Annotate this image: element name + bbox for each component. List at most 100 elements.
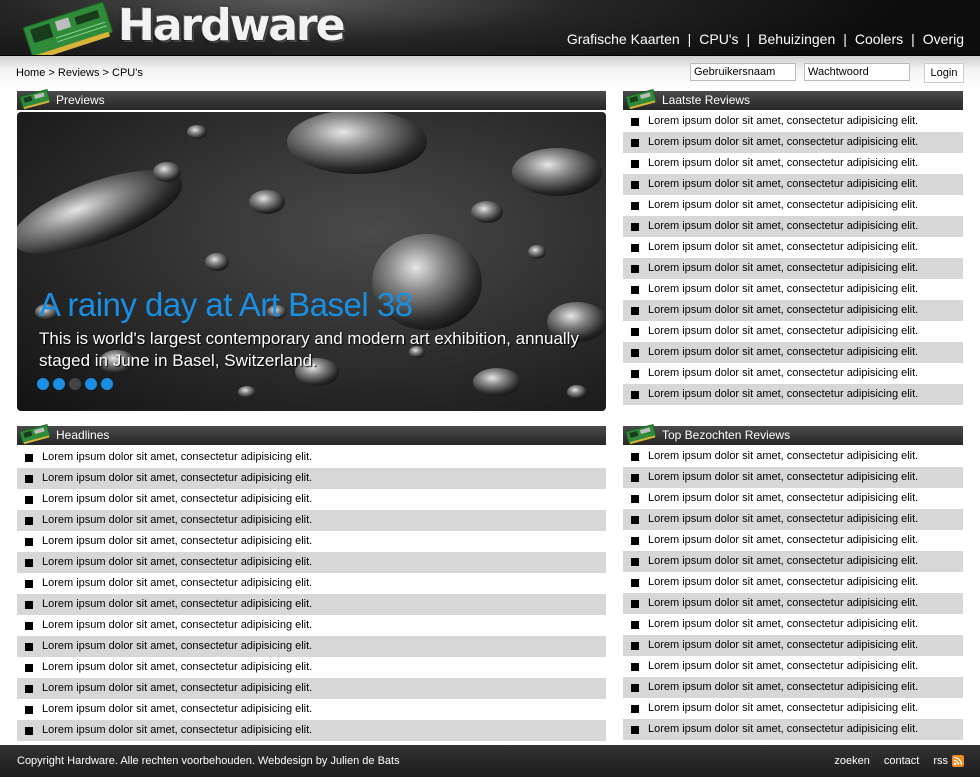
breadcrumb-reviews[interactable]: Reviews	[58, 67, 100, 79]
list-item-link[interactable]: Lorem ipsum dolor sit amet, consectetur …	[42, 619, 312, 631]
list-item-link[interactable]: Lorem ipsum dolor sit amet, consectetur …	[648, 136, 918, 148]
site-logo[interactable]: Hardware	[18, 0, 346, 56]
list-item-link[interactable]: Lorem ipsum dolor sit amet, consectetur …	[648, 702, 918, 714]
list-item-link[interactable]: Lorem ipsum dolor sit amet, consectetur …	[42, 556, 312, 568]
list-item[interactable]: Lorem ipsum dolor sit amet, consectetur …	[17, 447, 606, 468]
list-item-link[interactable]: Lorem ipsum dolor sit amet, consectetur …	[648, 681, 918, 693]
list-item[interactable]: Lorem ipsum dolor sit amet, consectetur …	[623, 551, 963, 572]
list-item[interactable]: Lorem ipsum dolor sit amet, consectetur …	[623, 321, 963, 342]
list-item[interactable]: Lorem ipsum dolor sit amet, consectetur …	[17, 531, 606, 552]
list-item-link[interactable]: Lorem ipsum dolor sit amet, consectetur …	[42, 472, 312, 484]
list-item-link[interactable]: Lorem ipsum dolor sit amet, consectetur …	[42, 661, 312, 673]
list-item[interactable]: Lorem ipsum dolor sit amet, consectetur …	[17, 594, 606, 615]
list-item-link[interactable]: Lorem ipsum dolor sit amet, consectetur …	[42, 598, 312, 610]
rss-feed-icon[interactable]	[952, 755, 964, 767]
nav-item-coolers[interactable]: Coolers	[855, 31, 903, 47]
list-item[interactable]: Lorem ipsum dolor sit amet, consectetur …	[17, 615, 606, 636]
list-item[interactable]: Lorem ipsum dolor sit amet, consectetur …	[623, 300, 963, 321]
list-item[interactable]: Lorem ipsum dolor sit amet, consectetur …	[17, 699, 606, 720]
list-item[interactable]: Lorem ipsum dolor sit amet, consectetur …	[623, 635, 963, 656]
list-item-link[interactable]: Lorem ipsum dolor sit amet, consectetur …	[648, 388, 918, 400]
list-item[interactable]: Lorem ipsum dolor sit amet, consectetur …	[17, 489, 606, 510]
list-item[interactable]: Lorem ipsum dolor sit amet, consectetur …	[623, 153, 963, 174]
list-item-link[interactable]: Lorem ipsum dolor sit amet, consectetur …	[648, 492, 918, 504]
list-item[interactable]: Lorem ipsum dolor sit amet, consectetur …	[623, 467, 963, 488]
list-item-link[interactable]: Lorem ipsum dolor sit amet, consectetur …	[648, 618, 918, 630]
list-item[interactable]: Lorem ipsum dolor sit amet, consectetur …	[623, 593, 963, 614]
list-item-link[interactable]: Lorem ipsum dolor sit amet, consectetur …	[42, 682, 312, 694]
list-item-link[interactable]: Lorem ipsum dolor sit amet, consectetur …	[648, 115, 918, 127]
list-item[interactable]: Lorem ipsum dolor sit amet, consectetur …	[623, 279, 963, 300]
list-item-link[interactable]: Lorem ipsum dolor sit amet, consectetur …	[648, 199, 918, 211]
breadcrumb-home[interactable]: Home	[16, 67, 45, 79]
list-item-link[interactable]: Lorem ipsum dolor sit amet, consectetur …	[648, 576, 918, 588]
list-item-link[interactable]: Lorem ipsum dolor sit amet, consectetur …	[42, 493, 312, 505]
nav-item-grafische-kaarten[interactable]: Grafische Kaarten	[567, 31, 680, 47]
list-item-link[interactable]: Lorem ipsum dolor sit amet, consectetur …	[648, 597, 918, 609]
list-item-link[interactable]: Lorem ipsum dolor sit amet, consectetur …	[648, 178, 918, 190]
slider-dot[interactable]	[37, 378, 49, 390]
footer-link-rss[interactable]: rss	[933, 755, 948, 767]
list-item-link[interactable]: Lorem ipsum dolor sit amet, consectetur …	[42, 724, 312, 736]
list-item-link[interactable]: Lorem ipsum dolor sit amet, consectetur …	[42, 535, 312, 547]
list-item[interactable]: Lorem ipsum dolor sit amet, consectetur …	[17, 678, 606, 699]
list-item-link[interactable]: Lorem ipsum dolor sit amet, consectetur …	[648, 283, 918, 295]
list-item-link[interactable]: Lorem ipsum dolor sit amet, consectetur …	[648, 346, 918, 358]
slider-dot[interactable]	[101, 378, 113, 390]
list-item-link[interactable]: Lorem ipsum dolor sit amet, consectetur …	[648, 241, 918, 253]
list-item[interactable]: Lorem ipsum dolor sit amet, consectetur …	[17, 636, 606, 657]
footer-link-contact[interactable]: contact	[884, 755, 919, 767]
footer-link-zoeken[interactable]: zoeken	[834, 755, 869, 767]
list-item-link[interactable]: Lorem ipsum dolor sit amet, consectetur …	[648, 471, 918, 483]
list-item-link[interactable]: Lorem ipsum dolor sit amet, consectetur …	[42, 577, 312, 589]
list-item[interactable]: Lorem ipsum dolor sit amet, consectetur …	[623, 488, 963, 509]
nav-item-overig[interactable]: Overig	[923, 31, 964, 47]
list-item-link[interactable]: Lorem ipsum dolor sit amet, consectetur …	[648, 367, 918, 379]
list-item[interactable]: Lorem ipsum dolor sit amet, consectetur …	[623, 384, 963, 405]
list-item[interactable]: Lorem ipsum dolor sit amet, consectetur …	[623, 174, 963, 195]
list-item[interactable]: Lorem ipsum dolor sit amet, consectetur …	[623, 132, 963, 153]
list-item[interactable]: Lorem ipsum dolor sit amet, consectetur …	[623, 530, 963, 551]
list-item-link[interactable]: Lorem ipsum dolor sit amet, consectetur …	[42, 514, 312, 526]
list-item-link[interactable]: Lorem ipsum dolor sit amet, consectetur …	[648, 157, 918, 169]
list-item[interactable]: Lorem ipsum dolor sit amet, consectetur …	[17, 468, 606, 489]
list-item-link[interactable]: Lorem ipsum dolor sit amet, consectetur …	[648, 534, 918, 546]
nav-item-behuizingen[interactable]: Behuizingen	[758, 31, 835, 47]
list-item-link[interactable]: Lorem ipsum dolor sit amet, consectetur …	[648, 325, 918, 337]
list-item[interactable]: Lorem ipsum dolor sit amet, consectetur …	[623, 509, 963, 530]
list-item[interactable]: Lorem ipsum dolor sit amet, consectetur …	[623, 614, 963, 635]
list-item[interactable]: Lorem ipsum dolor sit amet, consectetur …	[17, 720, 606, 741]
list-item[interactable]: Lorem ipsum dolor sit amet, consectetur …	[17, 657, 606, 678]
list-item[interactable]: Lorem ipsum dolor sit amet, consectetur …	[623, 446, 963, 467]
list-item-link[interactable]: Lorem ipsum dolor sit amet, consectetur …	[648, 220, 918, 232]
username-input[interactable]	[690, 63, 796, 81]
list-item[interactable]: Lorem ipsum dolor sit amet, consectetur …	[623, 719, 963, 740]
list-item[interactable]: Lorem ipsum dolor sit amet, consectetur …	[623, 698, 963, 719]
list-item[interactable]: Lorem ipsum dolor sit amet, consectetur …	[623, 342, 963, 363]
list-item[interactable]: Lorem ipsum dolor sit amet, consectetur …	[623, 258, 963, 279]
slider-dot-active[interactable]	[69, 378, 81, 390]
list-item[interactable]: Lorem ipsum dolor sit amet, consectetur …	[623, 111, 963, 132]
login-button[interactable]: Login	[924, 63, 964, 83]
nav-item-cpus[interactable]: CPU's	[699, 31, 738, 47]
password-input[interactable]	[804, 63, 910, 81]
list-item-link[interactable]: Lorem ipsum dolor sit amet, consectetur …	[648, 639, 918, 651]
slider-dot[interactable]	[85, 378, 97, 390]
list-item[interactable]: Lorem ipsum dolor sit amet, consectetur …	[17, 552, 606, 573]
list-item-link[interactable]: Lorem ipsum dolor sit amet, consectetur …	[648, 513, 918, 525]
list-item[interactable]: Lorem ipsum dolor sit amet, consectetur …	[623, 677, 963, 698]
list-item-link[interactable]: Lorem ipsum dolor sit amet, consectetur …	[648, 723, 918, 735]
list-item-link[interactable]: Lorem ipsum dolor sit amet, consectetur …	[648, 262, 918, 274]
list-item[interactable]: Lorem ipsum dolor sit amet, consectetur …	[623, 363, 963, 384]
list-item-link[interactable]: Lorem ipsum dolor sit amet, consectetur …	[42, 451, 312, 463]
list-item-link[interactable]: Lorem ipsum dolor sit amet, consectetur …	[648, 304, 918, 316]
slide-title[interactable]: A rainy day at Art Basel 38	[39, 286, 413, 324]
slider-dot[interactable]	[53, 378, 65, 390]
list-item[interactable]: Lorem ipsum dolor sit amet, consectetur …	[623, 237, 963, 258]
list-item-link[interactable]: Lorem ipsum dolor sit amet, consectetur …	[648, 450, 918, 462]
list-item[interactable]: Lorem ipsum dolor sit amet, consectetur …	[623, 656, 963, 677]
list-item[interactable]: Lorem ipsum dolor sit amet, consectetur …	[623, 216, 963, 237]
list-item[interactable]: Lorem ipsum dolor sit amet, consectetur …	[623, 195, 963, 216]
list-item-link[interactable]: Lorem ipsum dolor sit amet, consectetur …	[648, 555, 918, 567]
list-item-link[interactable]: Lorem ipsum dolor sit amet, consectetur …	[42, 703, 312, 715]
